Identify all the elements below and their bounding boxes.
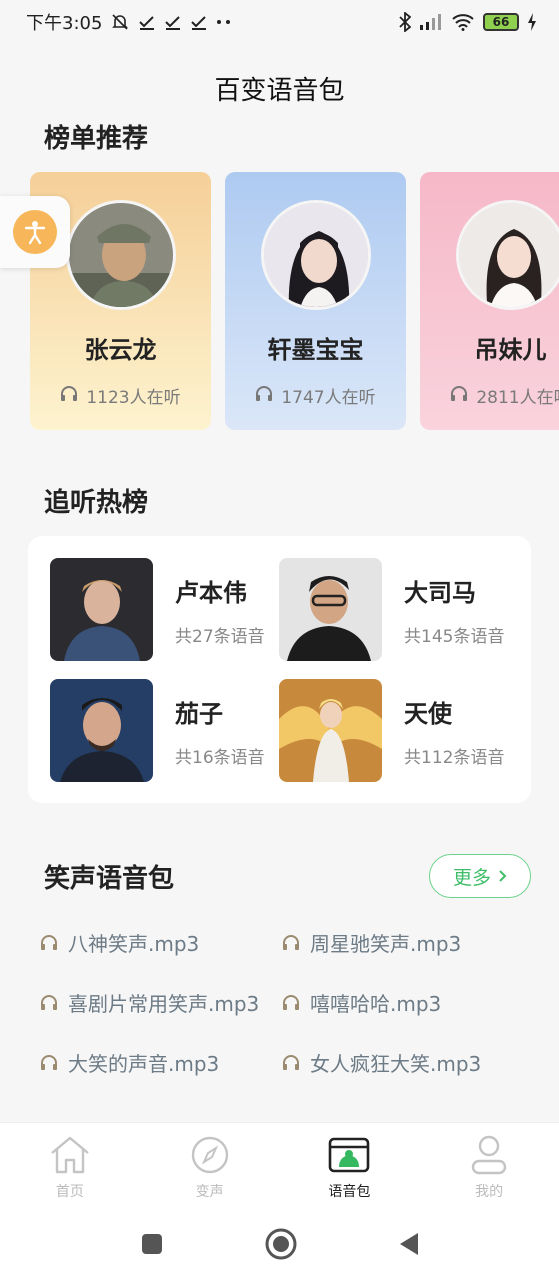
hot-item-name: 茄子 — [175, 699, 223, 728]
hot-item-count: 共145条语音 — [404, 626, 505, 647]
nav-item-voice-change[interactable]: 变声 — [140, 1123, 280, 1212]
chevron-right-icon — [499, 865, 507, 887]
nav-item-voice-pack[interactable]: 语音包 — [280, 1123, 420, 1212]
listener-count: 1747人在听 — [281, 388, 376, 408]
audio-item[interactable]: 大笑的声音.mp3 — [40, 1048, 219, 1077]
status-time: 下午3:05 — [26, 13, 103, 34]
accessibility-float-button[interactable] — [0, 196, 70, 268]
audio-item[interactable]: 女人疯狂大笑.mp3 — [282, 1048, 481, 1077]
charging-icon — [527, 13, 537, 31]
nav-label: 我的 — [475, 1184, 504, 1200]
wifi-icon — [451, 13, 475, 31]
hot-item-count: 共16条语音 — [175, 747, 265, 768]
nav-label: 语音包 — [328, 1184, 371, 1200]
nav-item-profile[interactable]: 我的 — [419, 1123, 559, 1212]
hot-section-title: 追听热榜 — [44, 488, 149, 518]
hot-list-item[interactable]: 卢本伟 共27条语音 — [50, 558, 265, 661]
back-button[interactable] — [398, 1231, 420, 1261]
audio-item-title: 喜剧片常用笑声.mp3 — [68, 992, 260, 1016]
hot-item-thumbnail — [279, 558, 382, 661]
headphones-icon — [255, 385, 273, 406]
ranking-card[interactable]: 吊妹儿 2811人在听 — [420, 172, 559, 430]
ranking-section-title: 榜单推荐 — [44, 124, 149, 154]
avatar — [65, 200, 176, 310]
mute-bell-icon — [110, 12, 130, 32]
audio-item[interactable]: 八神笑声.mp3 — [40, 928, 199, 957]
ranking-card-name: 轩墨宝宝 — [267, 336, 364, 364]
ranking-card-name: 张云龙 — [84, 336, 157, 364]
accessibility-icon — [13, 210, 57, 254]
audio-item-title: 八神笑声.mp3 — [68, 932, 200, 956]
audio-item-title: 女人疯狂大笑.mp3 — [310, 1052, 482, 1076]
audio-item[interactable]: 喜剧片常用笑声.mp3 — [40, 988, 259, 1017]
home-icon — [48, 1133, 92, 1177]
hot-item-thumbnail — [50, 558, 153, 661]
nav-item-home[interactable]: 首页 — [0, 1123, 140, 1212]
hot-item-name: 卢本伟 — [175, 578, 247, 607]
more-button-label: 更多 — [452, 866, 491, 889]
voice-pack-icon — [327, 1133, 371, 1177]
avatar — [455, 200, 559, 310]
ranking-card-name: 吊妹儿 — [474, 336, 547, 364]
headphones-icon — [40, 1051, 58, 1075]
check-icon — [164, 14, 182, 30]
bottom-nav: 首页 变声 语音包 我的 — [0, 1122, 559, 1212]
headphones-icon — [60, 385, 78, 406]
hot-list-panel: 卢本伟 共27条语音 大司马 共145条语音 茄子 共16条语音 天使 共112… — [28, 536, 531, 803]
recent-apps-button[interactable] — [140, 1232, 164, 1260]
headphones-icon — [450, 385, 468, 406]
headphones-icon — [282, 931, 300, 955]
system-nav-bar — [0, 1212, 559, 1280]
listener-count: 1123人在听 — [86, 388, 181, 408]
status-bar: 下午3:05 66 — [0, 0, 559, 44]
listener-count: 2811人在听 — [476, 388, 559, 408]
audio-item[interactable]: 嘻嘻哈哈.mp3 — [282, 988, 441, 1017]
ranking-card[interactable]: 轩墨宝宝 1747人在听 — [225, 172, 406, 430]
audio-item-title: 周星驰笑声.mp3 — [310, 932, 462, 956]
bluetooth-icon — [399, 12, 411, 32]
user-icon — [467, 1133, 511, 1177]
compass-icon — [188, 1133, 232, 1177]
audio-item-title: 嘻嘻哈哈.mp3 — [310, 992, 442, 1016]
home-button[interactable] — [264, 1227, 298, 1265]
hot-item-name: 大司马 — [404, 578, 476, 607]
nav-label: 首页 — [55, 1184, 84, 1200]
ranking-carousel[interactable]: 张云龙 1123人在听 轩墨宝宝 1747人在听 吊妹儿 2811人在 — [30, 172, 559, 430]
hot-list-item[interactable]: 大司马 共145条语音 — [279, 558, 504, 661]
more-button[interactable]: 更多 — [429, 854, 531, 898]
hot-item-count: 共112条语音 — [404, 747, 505, 768]
check-icon — [138, 14, 156, 30]
more-dots-icon — [216, 19, 232, 25]
hot-list-item[interactable]: 茄子 共16条语音 — [50, 679, 265, 782]
headphones-icon — [40, 931, 58, 955]
headphones-icon — [282, 991, 300, 1015]
hot-item-thumbnail — [279, 679, 382, 782]
nav-label: 变声 — [195, 1184, 224, 1200]
check-icon — [190, 14, 208, 30]
battery-indicator: 66 — [483, 13, 519, 31]
avatar — [260, 200, 371, 310]
hot-item-thumbnail — [50, 679, 153, 782]
hot-item-count: 共27条语音 — [175, 626, 265, 647]
audio-item-title: 大笑的声音.mp3 — [68, 1052, 220, 1076]
headphones-icon — [40, 991, 58, 1015]
audio-item[interactable]: 周星驰笑声.mp3 — [282, 928, 461, 957]
page-title: 百变语音包 — [214, 76, 345, 106]
signal-icon — [419, 14, 443, 30]
hot-list-item[interactable]: 天使 共112条语音 — [279, 679, 504, 782]
laugh-section-title: 笑声语音包 — [44, 864, 175, 894]
headphones-icon — [282, 1051, 300, 1075]
hot-item-name: 天使 — [404, 699, 452, 728]
